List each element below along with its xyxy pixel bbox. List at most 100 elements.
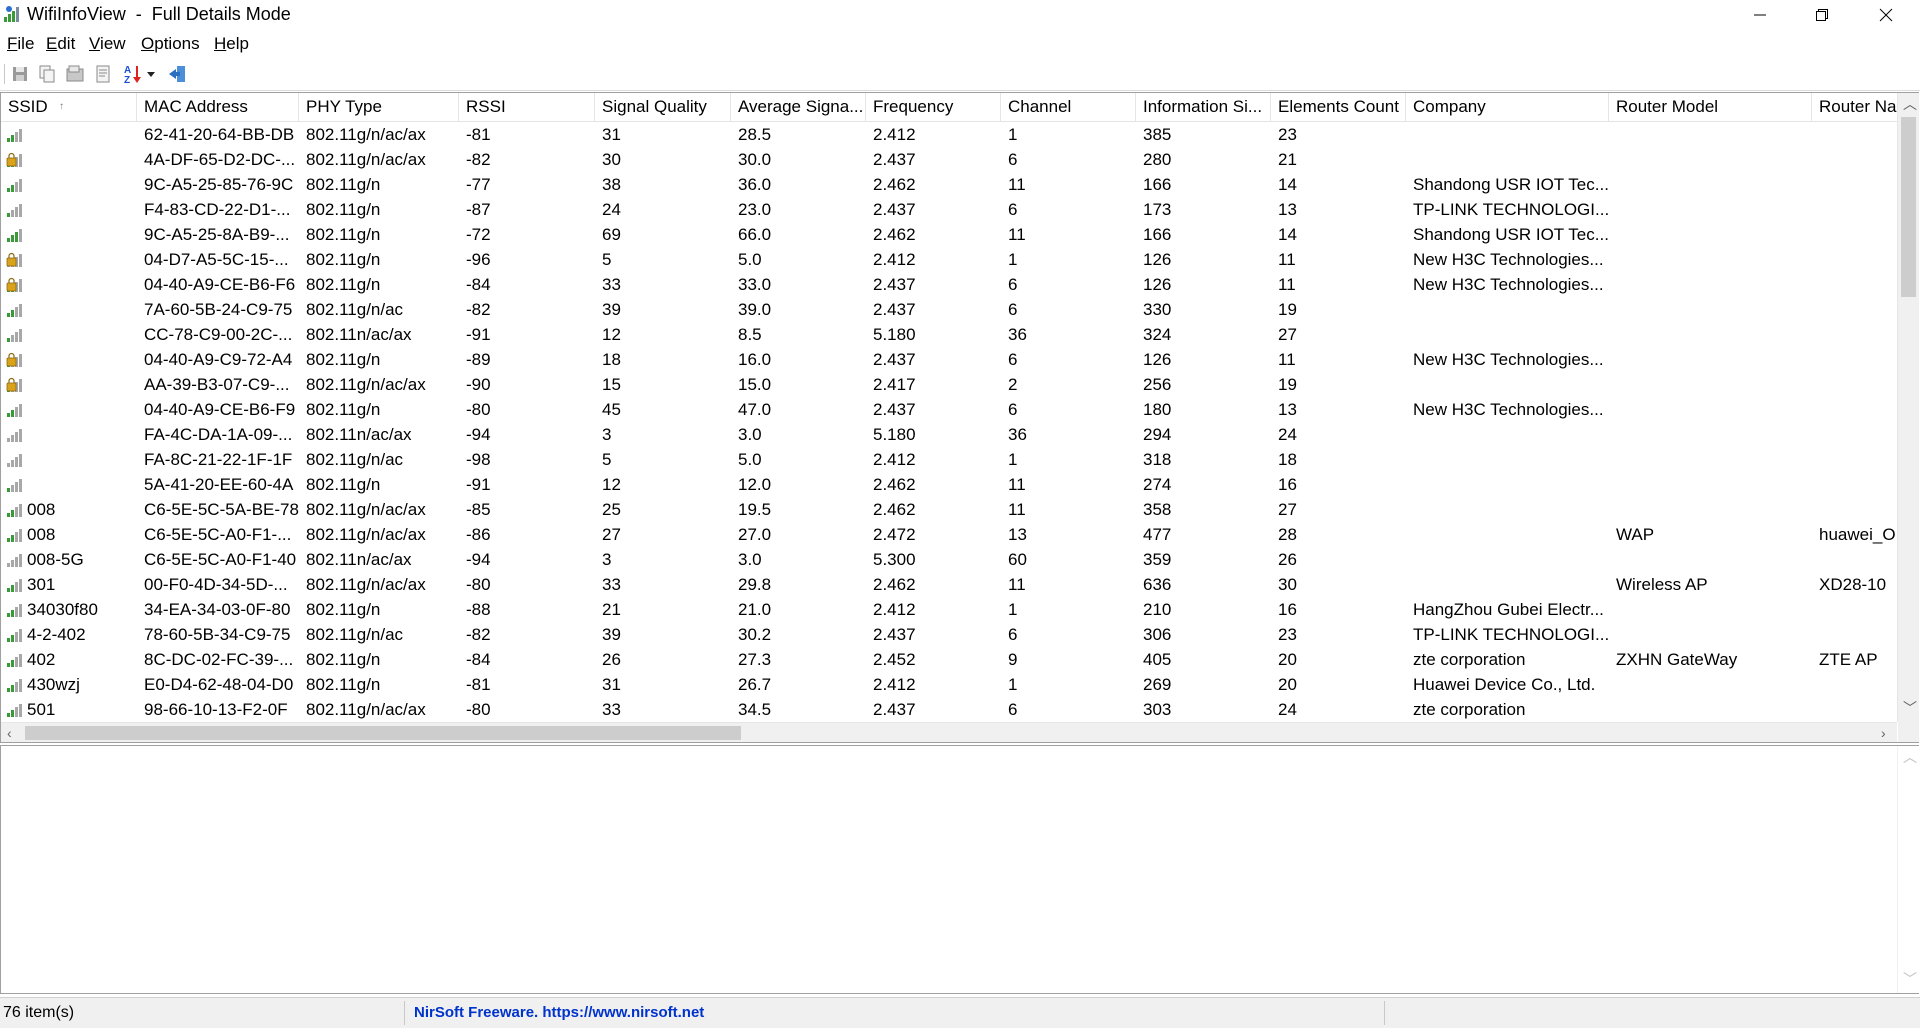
cell-information-size: 359 [1143, 550, 1172, 569]
cell-company [1406, 422, 1609, 447]
table-row[interactable]: 008-5G C6-5E-5C-A0-F1-40 802.11n/ac/ax -94 3… [1, 547, 1897, 572]
column-header-frequency[interactable]: Frequency [866, 93, 1001, 121]
cell-phy-type: 802.11g/n [306, 600, 381, 619]
cell-router-model [1609, 472, 1812, 497]
ssid-label: 008-5G [27, 550, 84, 569]
cell-rssi: -90 [466, 375, 491, 394]
table-row[interactable]: 430wzj E0-D4-62-48-04-D0 802.11g/n -81 31 26.… [1, 672, 1897, 697]
table-row[interactable]: 04-40-A9-CE-B6-F9 802.11g/n -80 45 47.0 2.437… [1, 397, 1897, 422]
cell-phy-type: 802.11g/n/ac [306, 300, 404, 319]
column-header-mac-address[interactable]: MAC Address [137, 93, 299, 121]
cell-information-size: 180 [1143, 400, 1172, 419]
table-row[interactable]: 402 8C-DC-02-FC-39-... 802.11g/n -84 26 27.3 2… [1, 647, 1897, 672]
menu-file[interactable]: File [7, 34, 34, 54]
column-header-company[interactable]: Company [1406, 93, 1609, 121]
table-row[interactable]: 7A-60-5B-24-C9-75 802.11g/n/ac -82 39 39.0 2.… [1, 297, 1897, 322]
properties-button[interactable] [92, 63, 114, 85]
cell-channel: 6 [1008, 275, 1018, 294]
vertical-scroll-thumb[interactable] [1901, 117, 1916, 297]
cell-information-size: 126 [1143, 350, 1172, 369]
save-button[interactable] [9, 63, 31, 85]
cell-phy-type: 802.11g/n [306, 400, 381, 419]
table-row[interactable]: 04-40-A9-C9-72-A4 802.11g/n -89 18 16.0 2.437… [1, 347, 1897, 372]
table-row[interactable]: CC-78-C9-00-2C-... 802.11n/ac/ax -91 12 8.5 5… [1, 322, 1897, 347]
table-row[interactable]: 9C-A5-25-85-76-9C 802.11g/n -77 38 36.0 2.462… [1, 172, 1897, 197]
cell-mac-address: C6-5E-5C-A0-F1-40 [144, 550, 297, 569]
column-header-average-signal[interactable]: Average Signa... [731, 93, 866, 121]
table-row[interactable]: 34030f80 34-EA-34-03-0F-80 802.11g/n -88 21 2… [1, 597, 1897, 622]
menu-bar: File Edit View Options Help [0, 31, 1920, 57]
cell-channel: 6 [1008, 700, 1018, 719]
column-header-elements-count[interactable]: Elements Count [1271, 93, 1406, 121]
exit-button[interactable] [166, 63, 188, 85]
sort-button[interactable]: A Z [121, 63, 159, 85]
scroll-up-icon[interactable]: ︿ [1903, 97, 1917, 111]
cell-router-model [1609, 147, 1812, 172]
signal-strength-icon [6, 501, 24, 519]
table-row[interactable]: 301 00-F0-4D-34-5D-... 802.11g/n/ac/ax -80 3… [1, 572, 1897, 597]
column-header-signal-quality[interactable]: Signal Quality [595, 93, 731, 121]
signal-strength-icon [6, 326, 24, 344]
cell-signal-quality: 31 [602, 675, 621, 694]
table-row[interactable]: 4A-DF-65-D2-DC-... 802.11g/n/ac/ax -82 30 30… [1, 147, 1897, 172]
table-row[interactable]: 04-D7-A5-5C-15-... 802.11g/n -96 5 5.0 2.412 1… [1, 247, 1897, 272]
copy-icon [39, 65, 55, 83]
table-row[interactable]: 008 C6-5E-5C-5A-BE-78 802.11g/n/ac/ax -85 25… [1, 497, 1897, 522]
column-header-ssid[interactable]: SSID ↑ [1, 93, 137, 121]
table-row[interactable]: 4-2-402 78-60-5B-34-C9-75 802.11g/n/ac -82 3… [1, 622, 1897, 647]
cell-rssi: -85 [466, 500, 491, 519]
cell-channel: 36 [1008, 325, 1027, 344]
table-row[interactable]: FA-8C-21-22-1F-1F 802.11g/n/ac -98 5 5.0 2.41… [1, 447, 1897, 472]
html-report-button[interactable] [64, 63, 86, 85]
menu-edit[interactable]: Edit [46, 34, 75, 54]
details-vertical-scrollbar[interactable]: ︿ ﹀ [1897, 746, 1919, 993]
column-header-channel[interactable]: Channel [1001, 93, 1136, 121]
table-row[interactable]: AA-39-B3-07-C9-... 802.11g/n/ac/ax -90 15 15… [1, 372, 1897, 397]
ssid-label: 008 [27, 500, 56, 519]
column-header-information-size[interactable]: Information Si... [1136, 93, 1271, 121]
scroll-left-icon[interactable]: ‹ [7, 726, 12, 740]
column-header-rssi[interactable]: RSSI [459, 93, 595, 121]
column-header-router-model[interactable]: Router Model [1609, 93, 1812, 121]
column-header-phy-type[interactable]: PHY Type [299, 93, 459, 121]
menu-help[interactable]: Help [214, 34, 249, 54]
cell-router-name [1812, 397, 1897, 422]
scroll-right-icon[interactable]: › [1881, 726, 1886, 740]
scroll-down-icon[interactable]: ﹀ [1903, 701, 1917, 715]
table-row[interactable]: FA-4C-DA-1A-09-... 802.11n/ac/ax -94 3 3.0 5.… [1, 422, 1897, 447]
cell-mac-address: 98-66-10-13-F2-0F [144, 700, 288, 719]
table-vertical-scrollbar[interactable]: ︿ ﹀ [1897, 93, 1919, 722]
cell-router-model [1609, 222, 1812, 247]
cell-mac-address: 04-D7-A5-5C-15-... [144, 250, 289, 269]
cell-router-name [1812, 447, 1897, 472]
secured-signal-strength-icon [6, 351, 24, 369]
menu-view[interactable]: View [89, 34, 126, 54]
cell-channel: 11 [1008, 175, 1026, 194]
cell-ssid [1, 297, 137, 322]
cell-elements-count: 30 [1278, 575, 1297, 594]
horizontal-scroll-thumb[interactable] [25, 726, 741, 740]
copy-button[interactable] [36, 63, 58, 85]
cell-information-size: 166 [1143, 225, 1172, 244]
menu-options[interactable]: Options [141, 34, 200, 54]
cell-router-name: XD28-10 [1819, 575, 1887, 594]
details-scroll-down-icon[interactable]: ﹀ [1903, 972, 1917, 986]
close-button[interactable] [1852, 0, 1920, 30]
minimize-button[interactable] [1726, 0, 1794, 30]
nirsoft-link[interactable]: NirSoft Freeware. https://www.nirsoft.ne… [414, 1004, 704, 1021]
cell-router-name: ZTE AP [1819, 650, 1878, 669]
details-scroll-up-icon[interactable]: ︿ [1903, 750, 1917, 764]
table-row[interactable]: 5A-41-20-EE-60-4A 802.11g/n -91 12 12.0 2.462… [1, 472, 1897, 497]
cell-router-name [1812, 272, 1897, 297]
column-header-router-name[interactable]: Router Na [1812, 93, 1897, 121]
table-row[interactable]: F4-83-CD-22-D1-... 802.11g/n -87 24 23.0 2.43… [1, 197, 1897, 222]
restore-button[interactable] [1788, 0, 1856, 30]
table-row[interactable]: 62-41-20-64-BB-DB 802.11g/n/ac/ax -81 31 28.… [1, 122, 1897, 147]
table-row[interactable]: 008 C6-5E-5C-A0-F1-... 802.11g/n/ac/ax -86 2… [1, 522, 1897, 547]
table-row[interactable]: 9C-A5-25-8A-B9-... 802.11g/n -72 69 66.0 2.46… [1, 222, 1897, 247]
table-row[interactable]: 501 98-66-10-13-F2-0F 802.11g/n/ac/ax -80 33… [1, 697, 1897, 722]
cell-elements-count: 23 [1278, 625, 1297, 644]
cell-ssid: 301 [1, 572, 137, 597]
table-horizontal-scrollbar[interactable]: ‹ › [1, 722, 1897, 742]
table-row[interactable]: 04-40-A9-CE-B6-F6 802.11g/n -84 33 33.0 2.437… [1, 272, 1897, 297]
